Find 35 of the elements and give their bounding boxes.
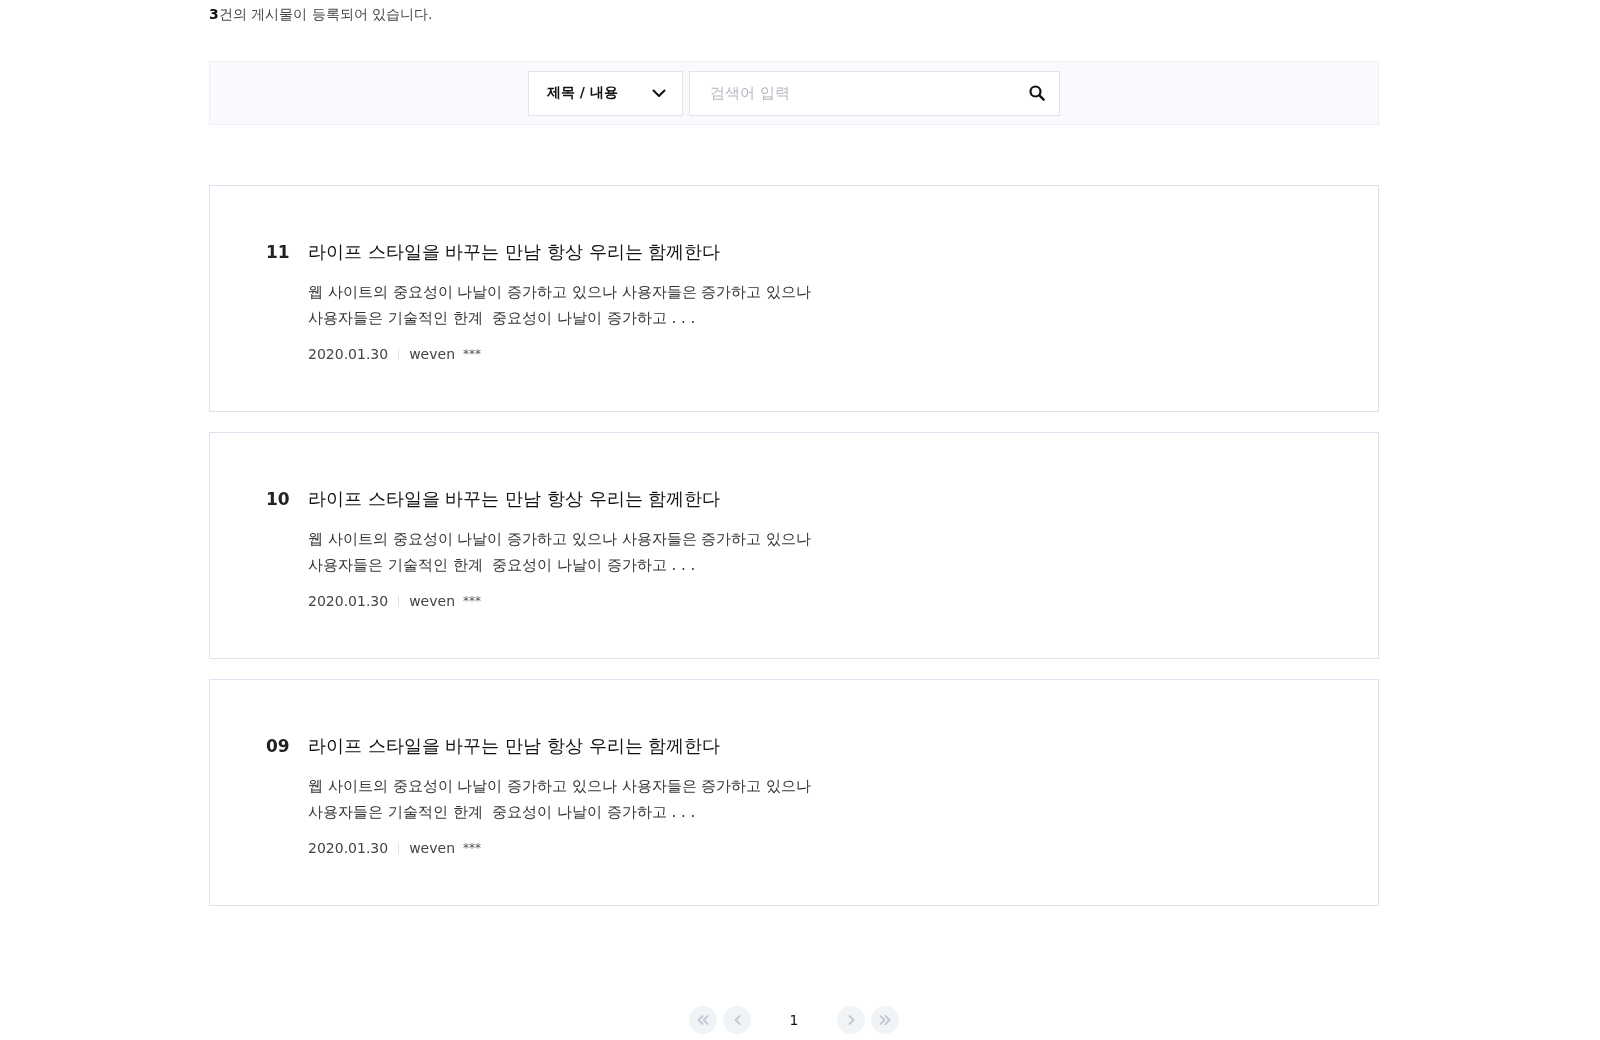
post-card[interactable]: 09 라이프 스타일을 바꾸는 만남 항상 우리는 함께한다 웹 사이트의 중요성이 나날이 증가하고 있으나 사용자들은 증가하고 있으나 사용자들은 기술적인 한계 중요성이 나날이 증가하고 . . . 2020.01.30 weven *** (209, 679, 1379, 906)
post-author: weven (409, 592, 455, 611)
last-page-button[interactable] (871, 1006, 899, 1034)
post-excerpt: 웹 사이트의 중요성이 나날이 증가하고 있으나 사용자들은 증가하고 있으나 사용자들은 기술적인 한계 중요성이 나날이 증가하고 . . . (308, 282, 812, 329)
post-author-mask: *** (463, 346, 481, 363)
post-number: 09 (266, 735, 291, 758)
chevron-down-icon (652, 88, 666, 98)
search-input[interactable]: 검색어 입력 (689, 70, 1060, 116)
post-date: 2020.01.30 (308, 839, 389, 858)
post-author: weven (409, 345, 455, 364)
double-chevron-right-icon (878, 1015, 892, 1025)
post-excerpt: 웹 사이트의 중요성이 나날이 증가하고 있으나 사용자들은 증가하고 있으나 사용자들은 기술적인 한계 중요성이 나날이 증가하고 . . . (308, 529, 812, 576)
post-number: 10 (266, 488, 291, 511)
previous-page-button[interactable] (723, 1006, 751, 1034)
post-date: 2020.01.30 (308, 592, 389, 611)
post-number: 11 (266, 241, 291, 264)
first-page-button[interactable] (689, 1006, 717, 1034)
post-author-mask: *** (463, 840, 481, 857)
double-chevron-left-icon (696, 1015, 710, 1025)
post-excerpt: 웹 사이트의 중요성이 나날이 증가하고 있으나 사용자들은 증가하고 있으나 사용자들은 기술적인 한계 중요성이 나날이 증가하고 . . . (308, 776, 812, 823)
search-field-select[interactable]: 제목 / 내용 (528, 70, 683, 116)
chevron-left-icon (733, 1015, 741, 1025)
post-count-text: 3건의 게시물이 등록되어 있습니다. (209, 5, 433, 24)
page-number-button[interactable]: 1 (779, 1006, 809, 1034)
post-title[interactable]: 라이프 스타일을 바꾸는 만남 항상 우리는 함께한다 (308, 239, 721, 265)
post-card[interactable]: 10 라이프 스타일을 바꾸는 만남 항상 우리는 함께한다 웹 사이트의 중요성이 나날이 증가하고 있으나 사용자들은 증가하고 있으나 사용자들은 기술적인 한계 중요성이 나날이 증가하고 . . . 2020.01.30 weven *** (209, 432, 1379, 659)
post-title[interactable]: 라이프 스타일을 바꾸는 만남 항상 우리는 함께한다 (308, 486, 721, 512)
post-title[interactable]: 라이프 스타일을 바꾸는 만남 항상 우리는 함께한다 (308, 733, 721, 759)
post-author: weven (409, 839, 455, 858)
post-card[interactable]: 11 라이프 스타일을 바꾸는 만남 항상 우리는 함께한다 웹 사이트의 중요성이 나날이 증가하고 있으나 사용자들은 증가하고 있으나 사용자들은 기술적인 한계 중요성이 나날이 증가하고 . . . 2020.01.30 weven *** (209, 185, 1379, 412)
search-icon[interactable] (1029, 84, 1045, 101)
post-date: 2020.01.30 (308, 345, 389, 364)
next-page-button[interactable] (837, 1006, 865, 1034)
chevron-right-icon (847, 1015, 855, 1025)
post-author-mask: *** (463, 593, 481, 610)
